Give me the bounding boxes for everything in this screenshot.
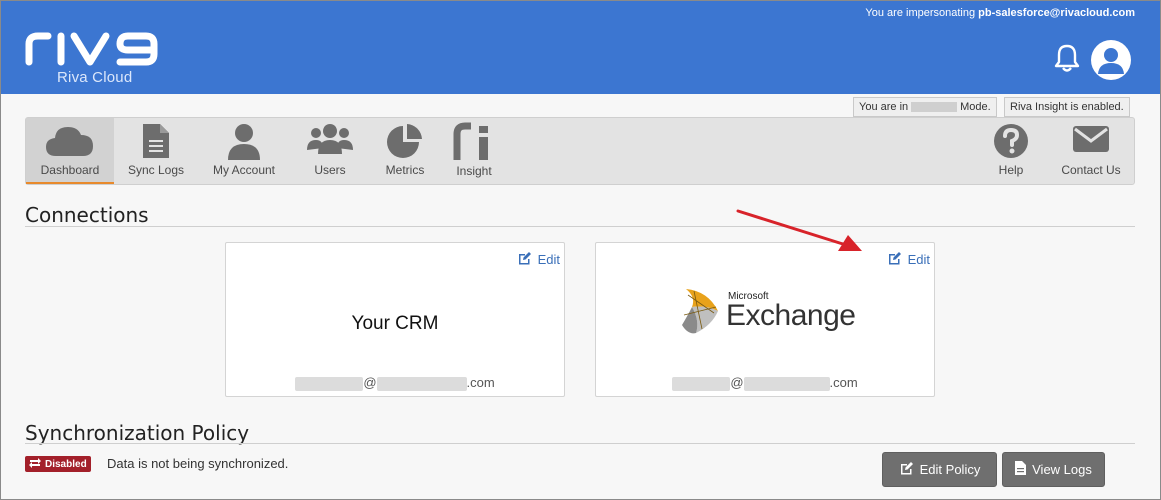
mode-prefix: You are in: [859, 101, 909, 113]
user-icon: [226, 122, 262, 163]
email-tld: .com: [829, 375, 858, 390]
main-nav: Dashboard Sync Logs My Account Users Met…: [25, 117, 1135, 185]
nav-my-account[interactable]: My Account: [202, 118, 286, 184]
nav-label: Contact Us: [1061, 163, 1121, 177]
nav-label: Dashboard: [40, 163, 100, 177]
annotation-arrow-icon: [730, 205, 870, 260]
insight-badge: Riva Insight is enabled.: [1004, 97, 1130, 117]
policy-status-text: Data is not being synchronized.: [107, 456, 289, 471]
edit-policy-button[interactable]: Edit Policy: [882, 452, 997, 487]
document-icon: [1015, 461, 1027, 478]
envelope-icon: [1071, 122, 1111, 159]
redacted-email-domain: [743, 376, 830, 391]
email-tld: .com: [466, 375, 495, 390]
edit-icon: [899, 461, 914, 478]
riva-logo[interactable]: [24, 28, 162, 73]
avatar-icon[interactable]: [1091, 40, 1131, 80]
exchange-logo: Microsoft Exchange: [678, 285, 862, 337]
help-icon: [992, 122, 1030, 163]
pie-chart-icon: [386, 122, 424, 163]
crm-email: @ .com: [226, 375, 564, 391]
exchange-logo-text: Exchange: [726, 299, 856, 332]
redacted-email-user: [295, 376, 364, 391]
document-icon: [140, 122, 172, 163]
nav-metrics[interactable]: Metrics: [372, 118, 438, 184]
section-divider: [25, 226, 1135, 227]
edit-icon: [517, 251, 532, 268]
impersonation-prefix: You are impersonating: [865, 7, 976, 19]
crm-edit-link[interactable]: Edit: [517, 251, 560, 268]
logo-subtitle: Riva Cloud: [57, 69, 133, 86]
status-badge-label: Disabled: [45, 459, 87, 470]
email-at: @: [730, 375, 744, 390]
nav-dashboard[interactable]: Dashboard: [26, 118, 114, 184]
nav-label: Insight: [456, 164, 492, 178]
policy-title: Synchronization Policy: [25, 421, 250, 445]
nav-label: My Account: [212, 163, 276, 177]
edit-icon: [887, 251, 902, 268]
nav-label: Metrics: [385, 163, 425, 177]
edit-label: Edit: [537, 252, 560, 267]
nav-label: Users: [314, 163, 346, 177]
exchange-edit-link[interactable]: Edit: [887, 251, 930, 268]
exchange-email: @ .com: [596, 375, 934, 391]
cloud-icon: [44, 122, 96, 161]
bell-icon[interactable]: [1053, 43, 1081, 78]
redacted-email-user: [672, 376, 731, 391]
status-badge: Disabled: [25, 456, 91, 472]
crm-connection-card: Edit Your CRM @ .com: [225, 242, 565, 397]
redacted-email-domain: [376, 376, 467, 391]
nav-label: Help: [998, 163, 1024, 177]
nav-sync-logs[interactable]: Sync Logs: [118, 118, 194, 184]
section-divider: [25, 443, 1135, 444]
view-logs-button[interactable]: View Logs: [1002, 452, 1105, 487]
view-logs-label: View Logs: [1032, 462, 1092, 477]
riva-insight-icon: [453, 122, 495, 165]
connections-title: Connections: [25, 203, 149, 227]
edit-label: Edit: [907, 252, 930, 267]
nav-contact-us[interactable]: Contact Us: [1056, 118, 1126, 184]
email-at: @: [363, 375, 377, 390]
impersonated-user: pb-salesforce@rivacloud.com: [978, 7, 1135, 19]
mode-badge: You are in Mode.: [853, 97, 997, 117]
edit-policy-label: Edit Policy: [919, 462, 981, 477]
nav-label: Sync Logs: [127, 163, 185, 177]
nav-insight[interactable]: Insight: [444, 118, 504, 184]
nav-help[interactable]: Help: [982, 118, 1040, 184]
redacted-mode: [911, 102, 958, 113]
exchange-emblem-icon: [682, 289, 718, 334]
impersonation-notice: You are impersonating pb-salesforce@riva…: [865, 7, 1135, 19]
crm-title: Your CRM: [351, 313, 439, 334]
mode-suffix: Mode.: [960, 101, 991, 113]
sync-icon: [29, 458, 41, 471]
users-group-icon: [305, 122, 355, 161]
nav-users[interactable]: Users: [294, 118, 366, 184]
exchange-connection-card: Edit Microsoft Exchange @ .com: [595, 242, 935, 397]
top-header: Riva Cloud You are impersonating pb-sale…: [0, 0, 1161, 94]
